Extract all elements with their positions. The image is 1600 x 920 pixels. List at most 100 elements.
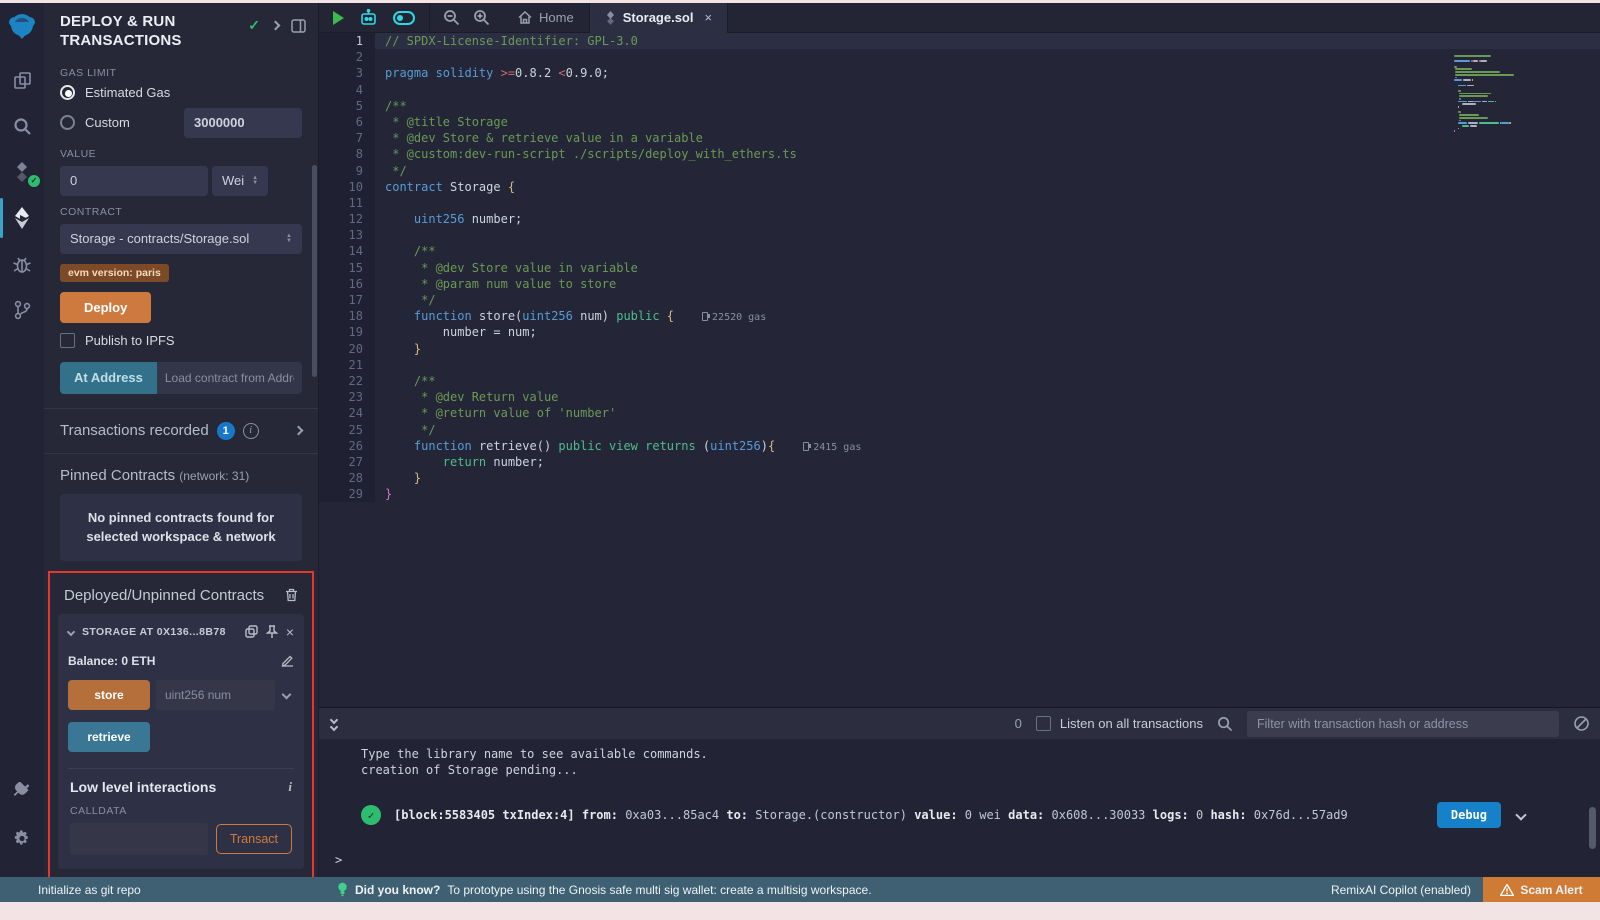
collapse-panel-icon[interactable] — [271, 21, 281, 31]
git-init-button[interactable]: Initialize as git repo — [38, 883, 141, 897]
pinned-empty-message: No pinned contracts found for selected w… — [60, 494, 302, 561]
deploy-run-panel: DEPLOY & RUN TRANSACTIONS ✓ GAS LIMIT Es… — [44, 3, 318, 877]
editor-minimap[interactable] — [1454, 55, 1514, 133]
transact-button[interactable]: Transact — [216, 824, 292, 854]
tab-home[interactable]: Home — [503, 3, 589, 33]
git-branch-icon — [13, 300, 31, 320]
copilot-status[interactable]: RemixAI Copilot (enabled) — [1331, 883, 1471, 897]
sidebar-item-plugin-manager[interactable] — [0, 775, 44, 809]
copy-icon — [245, 625, 258, 638]
zoom-out-icon[interactable] — [443, 9, 460, 26]
close-tab-icon[interactable]: × — [704, 10, 712, 25]
checkbox-icon — [60, 333, 75, 348]
retrieve-function-button[interactable]: retrieve — [68, 722, 150, 752]
stepper-icon: ▲▼ — [252, 176, 258, 186]
sidebar-item-settings[interactable] — [0, 821, 44, 855]
at-address-button[interactable]: At Address — [60, 362, 157, 394]
editor-topbar: Home Storage.sol × — [319, 3, 1600, 33]
value-input[interactable] — [60, 166, 208, 196]
info-icon[interactable]: i — [243, 423, 259, 439]
code-lines: 1// SPDX-License-Identifier: GPL-3.023pr… — [319, 33, 1600, 502]
edit-balance-button[interactable] — [281, 654, 294, 667]
collapse-terminal-icon[interactable] — [331, 717, 337, 730]
lightbulb-icon — [337, 882, 348, 897]
terminal-filter-input[interactable] — [1247, 711, 1559, 737]
code-editor[interactable]: 1// SPDX-License-Identifier: GPL-3.023pr… — [319, 33, 1600, 707]
contract-select[interactable]: Storage - contracts/Storage.sol ▲▼ — [60, 224, 302, 254]
sidebar-item-search[interactable] — [0, 109, 44, 143]
sidebar-item-solidity-compiler[interactable]: ✓ — [0, 155, 44, 189]
collapse-instance-icon[interactable] — [67, 627, 75, 635]
home-icon — [518, 11, 532, 24]
calldata-label: CALLDATA — [70, 805, 292, 817]
remix-ide: ✓ — [0, 0, 1600, 920]
tab-storage-sol[interactable]: Storage.sol × — [590, 3, 727, 33]
pinned-contracts-title: Pinned Contracts (network: 31) — [44, 454, 318, 494]
remove-instance-button[interactable]: × — [286, 624, 294, 640]
estimated-gas-radio[interactable]: Estimated Gas — [60, 85, 302, 100]
low-level-title: Low level interactions — [70, 779, 216, 795]
terminal-toolbar: 0 Listen on all transactions — [319, 708, 1600, 739]
panel-scrollbar[interactable] — [312, 165, 317, 377]
remixai-robot-icon[interactable] — [359, 9, 378, 27]
value-label: VALUE — [60, 148, 302, 160]
env-ok-icon: ✓ — [248, 17, 260, 34]
edit-icon — [281, 654, 294, 667]
pin-contract-button[interactable] — [266, 625, 278, 639]
value-unit-select[interactable]: Wei ▲▼ — [212, 166, 268, 196]
warning-icon — [1500, 884, 1514, 896]
pin-panel-icon[interactable] — [291, 19, 306, 33]
publish-ipfs-checkbox[interactable]: Publish to IPFS — [60, 333, 302, 348]
debug-button[interactable]: Debug — [1437, 802, 1501, 828]
terminal-scrollbar[interactable] — [1589, 807, 1596, 849]
solidity-file-icon — [605, 11, 616, 25]
zoom-in-icon[interactable] — [473, 9, 490, 26]
at-address-input[interactable] — [157, 362, 302, 394]
clear-filter-icon[interactable] — [1573, 715, 1590, 732]
terminal-log-line: creation of Storage pending... — [361, 762, 1600, 778]
deployed-contracts-section: Deployed/Unpinned Contracts STORAGE AT 0… — [48, 571, 314, 878]
info-icon[interactable]: i — [288, 779, 292, 795]
gas-limit-label: GAS LIMIT — [60, 67, 302, 79]
editor-region: Home Storage.sol × 1// SPDX-License-Iden… — [318, 3, 1600, 877]
status-bar: Initialize as git repo Did you know? To … — [0, 877, 1600, 902]
calldata-input[interactable] — [70, 823, 208, 855]
expand-args-icon[interactable] — [282, 690, 292, 700]
contract-instance-title: STORAGE AT 0X136...8B78 — [82, 626, 237, 638]
tx-summary: [block:5583405 txIndex:4] from: 0xa03...… — [394, 808, 1437, 822]
custom-gas-radio[interactable]: Custom — [60, 115, 130, 130]
expand-transactions-icon[interactable] — [294, 426, 304, 436]
remix-logo[interactable] — [5, 9, 39, 43]
custom-gas-input[interactable] — [184, 108, 302, 138]
listen-all-checkbox[interactable]: Listen on all transactions — [1036, 716, 1203, 731]
sidebar-item-debugger[interactable] — [0, 247, 44, 281]
store-function-button[interactable]: store — [68, 680, 150, 710]
checkbox-icon — [1036, 716, 1051, 731]
clear-instances-button[interactable] — [285, 588, 298, 602]
transaction-count: 0 — [1015, 716, 1022, 731]
deployed-contract-card: STORAGE AT 0X136...8B78 — [58, 614, 304, 869]
deployed-contracts-title: Deployed/Unpinned Contracts — [64, 587, 264, 604]
run-script-button[interactable] — [333, 11, 344, 25]
store-arg-input[interactable] — [156, 680, 275, 710]
terminal-output[interactable]: Type the library name to see available c… — [319, 739, 1600, 877]
plug-icon — [12, 782, 32, 802]
icon-rail: ✓ — [0, 3, 44, 877]
terminal: 0 Listen on all transactions — [319, 707, 1600, 877]
copilot-toggle-icon[interactable] — [393, 11, 415, 25]
panel-title: DEPLOY & RUN TRANSACTIONS — [60, 13, 210, 51]
copy-address-button[interactable] — [245, 625, 258, 638]
radio-icon — [60, 85, 75, 100]
deploy-button[interactable]: Deploy — [60, 292, 151, 323]
scam-alert-button[interactable]: Scam Alert — [1483, 877, 1600, 902]
transactions-recorded-row[interactable]: Transactions recorded 1 i — [44, 409, 318, 453]
sidebar-item-file-explorer[interactable] — [0, 63, 44, 97]
transaction-log-row[interactable]: ✓ [block:5583405 txIndex:4] from: 0xa03.… — [361, 802, 1600, 828]
terminal-prompt[interactable]: > — [335, 853, 342, 867]
sidebar-item-deploy-run[interactable] — [0, 201, 44, 235]
bug-icon — [12, 254, 32, 274]
transactions-count-badge: 1 — [217, 422, 235, 440]
expand-tx-icon[interactable] — [1517, 808, 1525, 822]
remix-logo-icon — [6, 10, 38, 42]
sidebar-item-git[interactable] — [0, 293, 44, 327]
